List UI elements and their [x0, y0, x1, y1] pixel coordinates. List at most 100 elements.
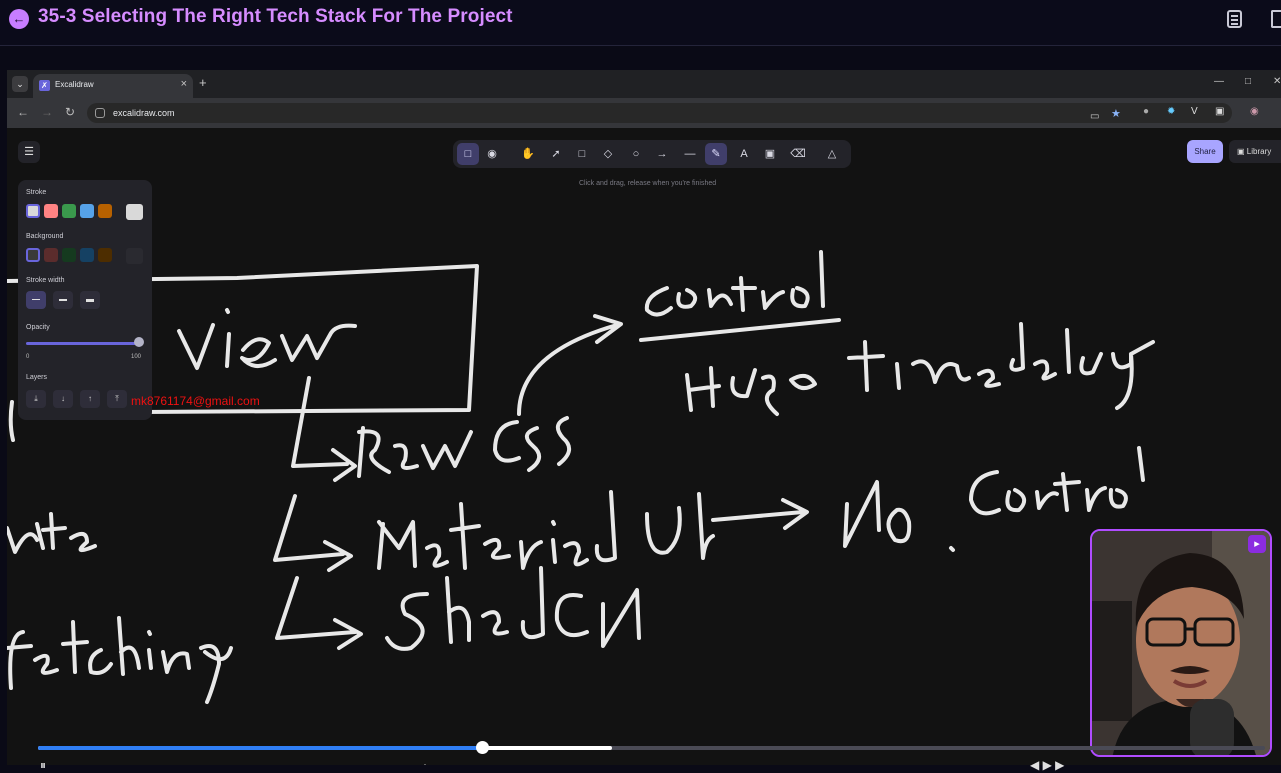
arrow-icon[interactable]: → — [651, 143, 673, 165]
eraser-icon[interactable]: ⌫ — [787, 143, 809, 165]
player-settings-icon[interactable]: ◀ ▶ ▶ — [1030, 758, 1064, 772]
word-partial-ute — [7, 512, 97, 554]
stroke-width-extra-bold-button[interactable] — [80, 291, 100, 309]
close-tab-icon[interactable]: × — [181, 78, 187, 90]
install-app-icon[interactable]: ▭ — [1090, 111, 1099, 122]
reload-icon[interactable]: ↻ — [65, 105, 75, 119]
platform-logo-icon: ▸ — [1248, 535, 1266, 553]
video-frame[interactable]: ⌄ ✗ Excalidraw × + — □ ✕ ← → ↻ excalidra… — [7, 70, 1281, 765]
progress-played — [38, 746, 483, 750]
arrow-material-ui — [273, 494, 353, 572]
excalidraw-favicon-icon: ✗ — [39, 80, 50, 91]
share-button[interactable]: Share — [1187, 140, 1223, 163]
word-material-ui — [377, 490, 715, 570]
opacity-slider[interactable] — [26, 342, 140, 345]
play-controls-icon[interactable]: ⏸ — [40, 758, 46, 773]
current-background-swatch[interactable] — [126, 248, 143, 264]
opacity-slider-thumb[interactable] — [134, 337, 144, 347]
draw-pencil-icon[interactable]: ✎ — [705, 143, 727, 165]
tab-search-icon[interactable]: ⌄ — [12, 76, 28, 92]
tool-palette: □ ◉ ✋ ➚ □ ◇ ○ → — ✎ A ▣ ⌫ △ — [453, 140, 851, 168]
instructor-portrait — [1092, 531, 1270, 755]
player-header: ← 35-3 Selecting The Right Tech Stack Fo… — [0, 0, 1281, 46]
bookmark-icon[interactable] — [1271, 10, 1281, 28]
minimize-icon[interactable]: — — [1214, 76, 1224, 87]
opacity-min: 0 — [26, 354, 30, 360]
restore-icon[interactable]: □ — [1245, 76, 1251, 87]
ellipse-icon[interactable]: ○ — [625, 143, 647, 165]
browser-tab[interactable]: ✗ Excalidraw × — [33, 74, 193, 98]
layers-label: Layers — [26, 374, 48, 381]
address-bar[interactable]: excalidraw.com ▭ ★ — [87, 103, 1232, 123]
library-label: Library — [1246, 147, 1272, 156]
email-watermark: mk8761174@gmail.com — [131, 394, 260, 408]
extension-icon[interactable]: ● — [1143, 106, 1149, 117]
background-swatch[interactable] — [62, 248, 76, 262]
line-icon[interactable]: — — [679, 143, 701, 165]
word-view — [177, 308, 357, 370]
extensions-puzzle-icon[interactable]: ▣ — [1215, 106, 1224, 117]
stroke-width-bold-button[interactable] — [53, 291, 73, 309]
bring-to-front-icon[interactable]: ⤒ — [107, 390, 127, 408]
lesson-title: 35-3 Selecting The Right Tech Stack For … — [38, 6, 513, 27]
stroke-width-thin-button[interactable] — [26, 291, 46, 309]
bookmark-star-icon[interactable]: ★ — [1111, 107, 1121, 120]
current-stroke-swatch[interactable] — [126, 204, 143, 220]
word-raw-css — [357, 416, 571, 478]
text-icon[interactable]: A — [733, 143, 755, 165]
url-text: excalidraw.com — [113, 108, 175, 118]
instructor-webcam: ▸ — [1090, 529, 1272, 757]
arrow-raw-css — [291, 376, 357, 482]
stroke-label: Stroke — [26, 189, 47, 196]
forward-icon[interactable]: → — [41, 105, 53, 119]
send-backward-icon[interactable]: ↓ — [53, 390, 73, 408]
image-icon[interactable]: ▣ — [759, 143, 781, 165]
selection-icon[interactable]: ➚ — [545, 143, 567, 165]
stroke-swatch[interactable] — [62, 204, 76, 218]
profile-avatar[interactable]: ◉ — [1250, 106, 1259, 117]
stroke-swatch[interactable] — [98, 204, 112, 218]
stroke-width-label: Stroke width — [26, 277, 65, 284]
window-close-icon[interactable]: ✕ — [1273, 76, 1281, 87]
background-swatch[interactable] — [26, 248, 40, 262]
back-icon[interactable]: ← — [17, 105, 29, 119]
left-bracket-stroke — [8, 400, 15, 442]
send-to-back-icon[interactable]: ⤓ — [26, 390, 46, 408]
video-progress-bar[interactable] — [38, 741, 1265, 754]
background-swatch[interactable] — [44, 248, 58, 262]
word-shadcn — [385, 566, 641, 651]
extension-icon[interactable]: V — [1191, 106, 1198, 117]
extra-tools-icon[interactable]: △ — [821, 143, 843, 165]
rectangle-icon[interactable]: □ — [571, 143, 593, 165]
tool-hint: Click and drag, release when you're fini… — [579, 180, 717, 187]
word-fetching — [7, 616, 233, 704]
arrow-to-control — [517, 314, 623, 416]
properties-panel: Stroke Background Stroke width Opacity 0… — [18, 180, 152, 420]
extension-icon[interactable]: ✹ — [1167, 106, 1175, 117]
notes-icon[interactable] — [1227, 10, 1242, 28]
words-huge-time-delay — [685, 322, 1155, 416]
browser-toolbar: ← → ↻ excalidraw.com ▭ ★ ● ✹ V ▣ ◉ — [7, 98, 1281, 128]
opacity-max: 100 — [131, 354, 142, 360]
stroke-swatch[interactable] — [44, 204, 58, 218]
stroke-swatch[interactable] — [26, 204, 40, 218]
background-label: Background — [26, 233, 64, 240]
diamond-icon[interactable]: ◇ — [597, 143, 619, 165]
background-swatch[interactable] — [80, 248, 94, 262]
tab-title: Excalidraw — [55, 80, 94, 89]
site-info-icon[interactable] — [95, 108, 105, 118]
arrow-shadcn — [275, 576, 363, 650]
back-arrow-icon[interactable]: ← — [9, 9, 29, 29]
tool-lock-icon[interactable]: □ — [457, 143, 479, 165]
bring-forward-icon[interactable]: ↑ — [80, 390, 100, 408]
hand-icon[interactable]: ✋ — [517, 143, 539, 165]
background-swatch[interactable] — [98, 248, 112, 262]
main-menu-icon[interactable]: ☰ — [18, 141, 40, 163]
underline-control — [639, 318, 841, 342]
lock-icon[interactable]: ◉ — [481, 143, 503, 165]
stroke-swatch[interactable] — [80, 204, 94, 218]
new-tab-icon[interactable]: + — [199, 75, 207, 90]
arrow-to-no-control — [711, 498, 809, 530]
library-button[interactable]: ▣ Library — [1229, 140, 1281, 163]
browser-tabstrip: ⌄ ✗ Excalidraw × + — □ ✕ — [7, 70, 1281, 98]
